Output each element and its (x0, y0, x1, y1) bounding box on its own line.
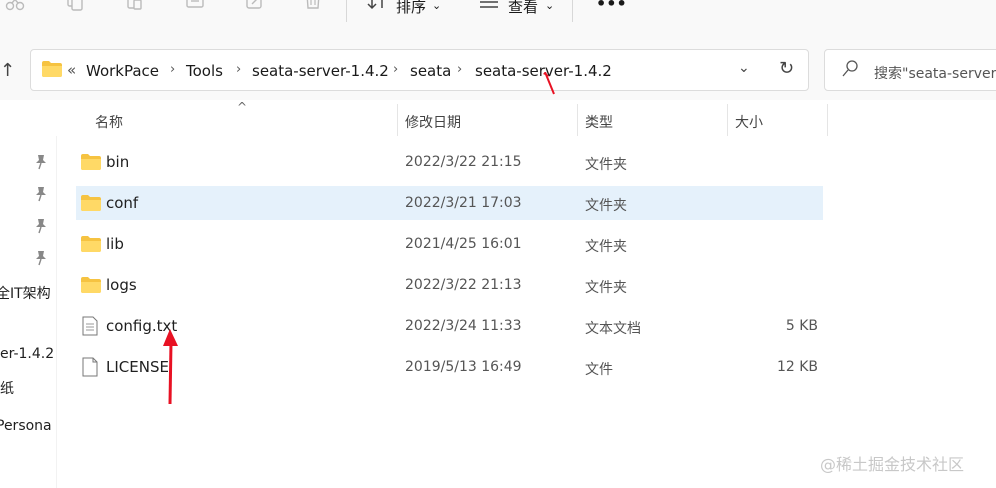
file-name[interactable]: lib (106, 235, 124, 253)
share-icon[interactable] (244, 0, 266, 16)
file-type: 文本文档 (585, 321, 641, 337)
breadcrumb-separator[interactable]: › (170, 62, 175, 77)
folder-icon (81, 236, 101, 252)
cut-icon[interactable] (4, 0, 26, 16)
column-divider[interactable] (397, 104, 398, 136)
breadcrumb-item-workpace[interactable]: WorkPace (86, 62, 159, 80)
file-date: 2022/3/22 21:15 (405, 154, 522, 170)
pin-icon[interactable] (34, 154, 48, 170)
nav-item-1[interactable]: 全IT架构 (0, 283, 51, 303)
folder-icon (81, 277, 101, 293)
paste-icon[interactable] (124, 0, 146, 16)
view-icon[interactable] (478, 0, 500, 16)
file-date: 2022/3/24 11:33 (405, 318, 522, 334)
search-icon[interactable] (842, 60, 858, 82)
breadcrumb-overflow[interactable]: « (67, 61, 76, 79)
pin-icon[interactable] (34, 218, 48, 234)
sort-button[interactable]: 排序 (396, 0, 426, 17)
chevron-down-icon[interactable]: ⌄ (432, 0, 441, 12)
annotation-arrow-icon (158, 328, 184, 410)
column-divider[interactable] (727, 104, 728, 136)
file-type: 文件夹 (585, 157, 627, 173)
folder-icon (42, 61, 62, 77)
toolbar-separator (346, 0, 347, 22)
file-name[interactable]: bin (106, 153, 129, 171)
column-header-size[interactable]: 大小 (735, 112, 763, 132)
up-arrow-icon[interactable]: ↑ (0, 60, 15, 81)
column-header-name[interactable]: 名称 (95, 112, 123, 132)
folder-icon (81, 195, 101, 211)
refresh-icon[interactable]: ↻ (779, 58, 794, 79)
sort-icon[interactable] (366, 0, 388, 16)
breadcrumb-item-seata[interactable]: seata (410, 62, 451, 80)
toolbar-separator (572, 0, 573, 22)
file-date: 2019/5/13 16:49 (405, 359, 522, 375)
more-options-button[interactable]: ••• (596, 0, 627, 13)
breadcrumb-item-seata-server[interactable]: seata-server-1.4.2 (252, 62, 389, 80)
file-date: 2022/3/22 21:13 (405, 277, 522, 293)
file-name[interactable]: logs (106, 276, 137, 294)
file-type: 文件 (585, 362, 613, 378)
column-header-date[interactable]: 修改日期 (405, 112, 461, 132)
folder-icon (81, 154, 101, 170)
pane-divider (56, 136, 57, 488)
nav-item-3[interactable]: 纸 (0, 378, 14, 398)
sort-ascending-icon[interactable]: ^ (237, 100, 247, 114)
delete-icon[interactable] (302, 0, 324, 16)
chevron-down-icon[interactable]: ⌄ (545, 0, 554, 12)
nav-item-4[interactable]: Persona (0, 418, 52, 434)
pin-icon[interactable] (34, 186, 48, 202)
file-name[interactable]: conf (106, 194, 138, 212)
file-type: 文件夹 (585, 198, 627, 214)
view-button[interactable]: 查看 (508, 0, 538, 17)
annotation-arrow-icon (540, 71, 560, 102)
file-size: 12 KB (776, 359, 818, 375)
file-type: 文件夹 (585, 280, 627, 296)
breadcrumb-separator[interactable]: › (393, 62, 398, 77)
file-icon (82, 357, 98, 381)
column-header-type[interactable]: 类型 (585, 112, 613, 132)
file-size: 5 KB (785, 318, 818, 334)
file-date: 2022/3/21 17:03 (405, 195, 522, 211)
history-dropdown-icon[interactable]: ⌄ (738, 60, 750, 76)
search-input[interactable]: 搜索"seata-server (874, 63, 996, 83)
breadcrumb-separator[interactable]: › (457, 62, 462, 77)
column-divider[interactable] (577, 104, 578, 136)
nav-item-2[interactable]: er-1.4.2 (0, 346, 54, 362)
breadcrumb-separator[interactable]: › (236, 62, 241, 77)
watermark: @稀土掘金技术社区 (820, 455, 965, 474)
file-type: 文件夹 (585, 239, 627, 255)
pin-icon[interactable] (34, 250, 48, 266)
copy-icon[interactable] (64, 0, 86, 16)
text-file-icon (82, 316, 98, 340)
column-divider[interactable] (827, 104, 828, 136)
breadcrumb-item-tools[interactable]: Tools (186, 62, 223, 80)
rename-icon[interactable] (184, 0, 206, 16)
file-date: 2021/4/25 16:01 (405, 236, 522, 252)
